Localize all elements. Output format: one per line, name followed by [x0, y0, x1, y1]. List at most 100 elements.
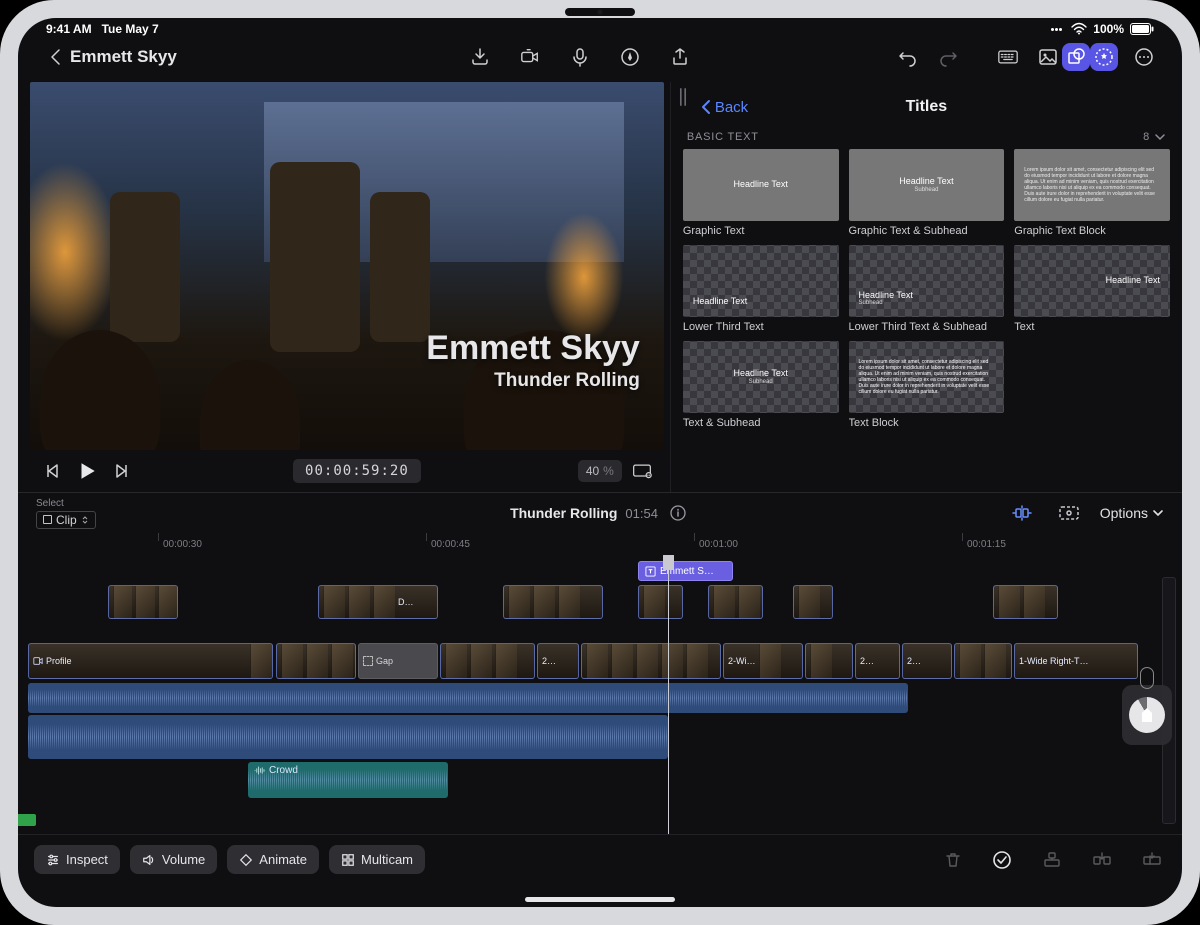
star-orbit-icon [1094, 47, 1114, 67]
connected-clip[interactable] [708, 585, 763, 619]
primary-clip[interactable] [440, 643, 535, 679]
undo-button[interactable] [894, 43, 922, 71]
primary-clip[interactable] [581, 643, 721, 679]
gap-icon [363, 656, 373, 666]
audio-primary-2[interactable] [28, 715, 668, 759]
camera-notch [565, 8, 635, 16]
back-button[interactable] [42, 43, 70, 71]
status-date: Tue May 7 [102, 22, 159, 36]
check-circle-icon [992, 850, 1012, 870]
connect-button[interactable] [1038, 847, 1066, 873]
draw-button[interactable] [616, 43, 644, 71]
content-browser-button[interactable] [1062, 43, 1090, 71]
next-frame-button[interactable] [108, 457, 136, 485]
speaker-icon [142, 853, 156, 867]
title-tile-lower-third-text[interactable]: Headline TextLower Third Text [683, 245, 839, 333]
more-button[interactable] [1130, 43, 1158, 71]
browser-section: BASIC TEXT 8 Headline TextGraphic Text H… [671, 125, 1182, 429]
redo-icon [938, 47, 958, 67]
skip-forward-icon [112, 461, 132, 481]
title-tile-graphic-text-subhead[interactable]: Headline TextSubheadGraphic Text & Subhe… [849, 149, 1005, 237]
volume-label: Volume [162, 852, 205, 867]
inspect-button[interactable]: Inspect [34, 845, 120, 874]
timeline-project-name: Thunder Rolling [510, 505, 617, 521]
overwrite-clip-icon [1142, 851, 1162, 869]
camera-icon [520, 47, 540, 67]
connected-clip[interactable] [638, 585, 683, 619]
connected-clip[interactable] [793, 585, 833, 619]
lamp-glow [30, 162, 120, 342]
title-tile-text-block[interactable]: Lorem ipsum dolor sit amet, consectetur … [849, 341, 1005, 429]
prev-frame-button[interactable] [38, 457, 66, 485]
primary-clip[interactable]: 2-Wi… [723, 643, 803, 679]
connected-clip[interactable] [108, 585, 178, 619]
share-button[interactable] [666, 43, 694, 71]
title-tile-graphic-text-block[interactable]: Lorem ipsum dolor sit amet, consectetur … [1014, 149, 1170, 237]
primary-clip[interactable]: 1-Wide Right-T… [1014, 643, 1138, 679]
view-options-button[interactable] [628, 457, 656, 485]
ruler-tick: 00:00:45 [426, 533, 470, 541]
shapes-icon [1066, 47, 1086, 67]
audio-primary-1[interactable] [28, 683, 908, 713]
home-indicator[interactable] [525, 897, 675, 902]
zoom-control[interactable]: 40 % [578, 460, 622, 482]
redo-button[interactable] [934, 43, 962, 71]
title-tile-text[interactable]: Headline TextText [1014, 245, 1170, 333]
title-tile-lower-third-text-subhead[interactable]: Headline TextSubheadLower Third Text & S… [849, 245, 1005, 333]
ai-browser-button[interactable] [1090, 43, 1118, 71]
share-icon [670, 47, 690, 67]
delete-button[interactable] [940, 847, 966, 873]
connected-clip[interactable] [503, 585, 603, 619]
primary-clip[interactable]: 2… [855, 643, 900, 679]
title-clip[interactable]: Emmett S… [638, 561, 733, 581]
insert-button[interactable] [1088, 847, 1116, 873]
jog-wheel-tool[interactable] [1122, 685, 1172, 745]
keyboard-button[interactable] [994, 43, 1022, 71]
multitasking-dots-icon[interactable] [1051, 28, 1065, 31]
microphone-icon [570, 47, 590, 67]
section-toggle[interactable]: 8 [1143, 131, 1166, 143]
display-icon [632, 461, 652, 481]
animate-button[interactable]: Animate [227, 845, 319, 874]
connected-clip[interactable] [993, 585, 1058, 619]
multicam-button[interactable]: Multicam [329, 845, 425, 874]
photos-browser-button[interactable] [1034, 43, 1062, 71]
screen: 9:41 AM Tue May 7 100% Emmett Skyy [18, 18, 1182, 907]
timeline-ruler[interactable]: 00:00:30 00:00:45 00:01:00 00:01:15 [18, 533, 1182, 555]
section-count: 8 [1143, 131, 1150, 143]
play-icon [76, 460, 98, 482]
enable-button[interactable] [988, 846, 1016, 874]
connected-clip[interactable]: D… [318, 585, 438, 619]
ruler-tick: 00:00:30 [158, 533, 202, 541]
camera-button[interactable] [516, 43, 544, 71]
overwrite-button[interactable] [1138, 847, 1166, 873]
primary-clip[interactable] [954, 643, 1012, 679]
ruler-tick: 00:01:00 [694, 533, 738, 541]
primary-clip[interactable]: 2… [537, 643, 579, 679]
primary-clip[interactable] [805, 643, 853, 679]
primary-clip[interactable]: 2… [902, 643, 952, 679]
zoom-unit: % [603, 464, 614, 478]
import-button[interactable] [466, 43, 494, 71]
play-button[interactable] [72, 456, 102, 486]
volume-button[interactable]: Volume [130, 845, 217, 874]
title-tile-text-subhead[interactable]: Headline TextSubheadText & Subhead [683, 341, 839, 429]
title-tile-graphic-text[interactable]: Headline TextGraphic Text [683, 149, 839, 237]
title-grid: Headline TextGraphic Text Headline TextS… [683, 149, 1182, 429]
gap-clip[interactable]: Gap [358, 643, 438, 679]
grid-icon [341, 853, 355, 867]
timecode-display[interactable]: 00:00:59:20 [293, 459, 421, 483]
playhead[interactable] [668, 555, 669, 834]
marker[interactable] [18, 814, 36, 826]
browser-panel: Back Titles BASIC TEXT 8 Headline TextGr… [670, 82, 1182, 492]
primary-clip-profile[interactable]: Profile [28, 643, 273, 679]
voiceover-button[interactable] [566, 43, 594, 71]
primary-clip[interactable] [276, 643, 356, 679]
title-overlay: Emmett Skyy Thunder Rolling [426, 329, 640, 392]
undo-icon [898, 47, 918, 67]
viewer-canvas[interactable]: Emmett Skyy Thunder Rolling [30, 82, 664, 450]
browser-header: Back Titles [671, 89, 1182, 125]
audio-clip-crowd[interactable]: Crowd [248, 762, 448, 798]
project-info-button[interactable] [666, 501, 690, 525]
timeline-tracks[interactable]: Emmett S… D… Profile Gap [18, 555, 1182, 834]
